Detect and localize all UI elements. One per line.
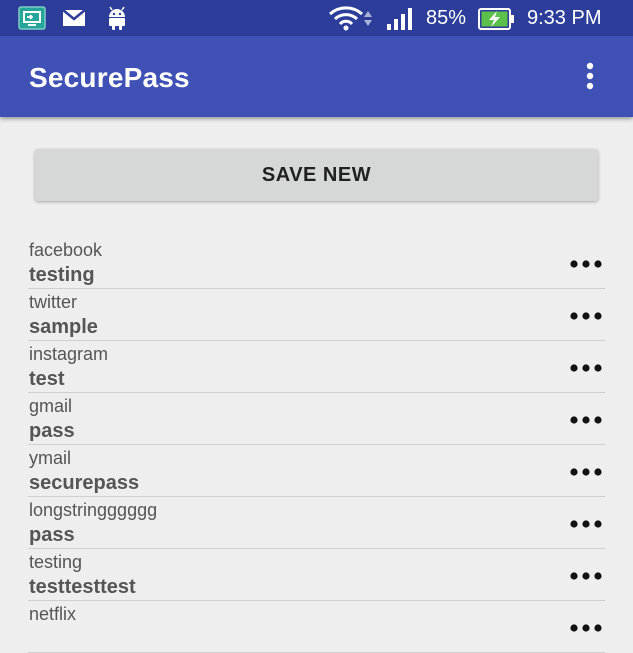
- more-horiz-icon[interactable]: [566, 567, 606, 585]
- signal-icon: [386, 7, 418, 36]
- entry-password: pass: [29, 420, 75, 442]
- status-bar: 85% 9:33 PM: [0, 0, 633, 36]
- list-item[interactable]: twitter sample: [0, 289, 633, 341]
- list-item[interactable]: gmail pass: [0, 393, 633, 445]
- screen-mirror-icon: [18, 6, 46, 35]
- more-horiz-icon[interactable]: [566, 515, 606, 533]
- wifi-icon: [328, 5, 376, 36]
- entry-site: testing: [29, 552, 83, 572]
- battery-percentage: 85%: [426, 7, 467, 29]
- battery-charging-icon: [478, 8, 516, 35]
- list-item[interactable]: testing testtesttest: [0, 549, 633, 601]
- app-title: SecurePass: [29, 62, 190, 93]
- app-bar: SecurePass: [0, 36, 633, 117]
- entry-password: test: [29, 368, 65, 390]
- entry-password: pass: [29, 524, 75, 546]
- entry-site: longstringggggg: [29, 500, 158, 520]
- more-horiz-icon[interactable]: [566, 307, 606, 325]
- more-vert-icon: [586, 62, 594, 90]
- entry-site: facebook: [29, 240, 103, 260]
- list-item[interactable]: ymail securepass: [0, 445, 633, 497]
- list-item[interactable]: longstringggggg pass: [0, 497, 633, 549]
- more-horiz-icon[interactable]: [566, 359, 606, 377]
- save-new-button[interactable]: SAVE NEW: [35, 149, 598, 201]
- entry-site: netflix: [29, 604, 77, 624]
- more-horiz-icon[interactable]: [566, 463, 606, 481]
- more-horiz-icon[interactable]: [566, 411, 606, 429]
- list-item[interactable]: facebook testing: [0, 237, 633, 289]
- list-item[interactable]: netflix: [0, 601, 633, 653]
- entry-password: securepass: [29, 472, 140, 494]
- more-horiz-icon[interactable]: [566, 255, 606, 273]
- entry-password: testtesttest: [29, 576, 136, 598]
- entry-site: instagram: [29, 344, 109, 364]
- entry-password: testing: [29, 264, 95, 286]
- android-icon: [106, 6, 128, 35]
- entry-site: gmail: [29, 396, 73, 416]
- more-horiz-icon[interactable]: [566, 619, 606, 637]
- password-list: facebook testing twitter sample instagra…: [0, 237, 633, 653]
- overflow-menu-button[interactable]: [574, 58, 606, 94]
- entry-site: twitter: [29, 292, 78, 312]
- list-item[interactable]: instagram test: [0, 341, 633, 393]
- entry-site: ymail: [29, 448, 72, 468]
- gmail-icon: [62, 9, 86, 32]
- status-clock: 9:33 PM: [527, 7, 602, 29]
- entry-password: sample: [29, 316, 98, 338]
